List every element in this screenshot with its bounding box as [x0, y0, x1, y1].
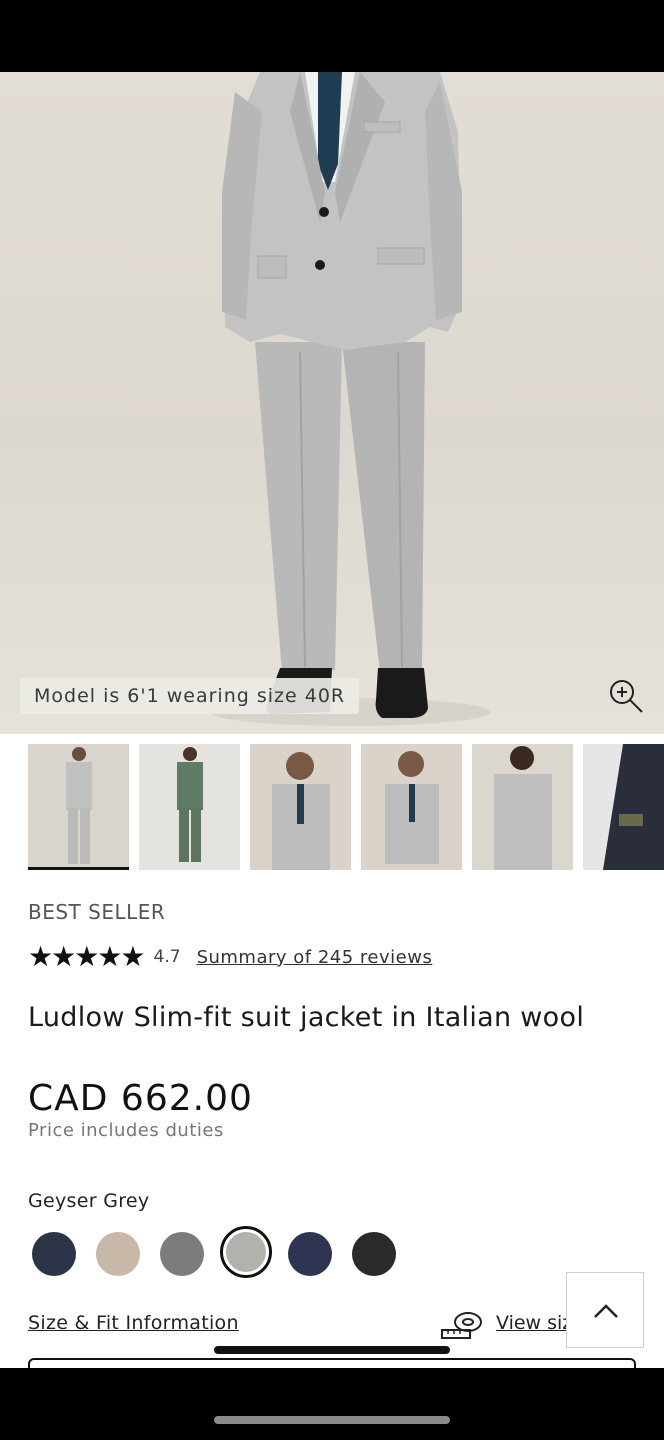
- thumbnail-strip[interactable]: [0, 744, 664, 872]
- color-swatch-indigo[interactable]: [288, 1232, 332, 1276]
- scroll-to-top-button[interactable]: [566, 1272, 644, 1348]
- color-swatch-charcoal[interactable]: [160, 1232, 204, 1276]
- thumb-lining[interactable]: [583, 744, 664, 870]
- home-indicator[interactable]: [214, 1416, 450, 1424]
- zoom-in-icon[interactable]: [606, 676, 646, 716]
- view-size-chart-link[interactable]: View size chart: [496, 1312, 568, 1334]
- best-seller-badge: BEST SELLER: [28, 900, 166, 924]
- status-bar: [0, 0, 664, 72]
- size-selector-box[interactable]: [28, 1358, 636, 1368]
- color-swatch-black[interactable]: [352, 1232, 396, 1276]
- measuring-tape-icon: [440, 1310, 484, 1340]
- thumb-back[interactable]: [472, 744, 573, 870]
- rating-value: 4.7: [153, 947, 181, 967]
- thumb-full-green[interactable]: [139, 744, 240, 870]
- star-rating-icon: ★★★★★: [28, 940, 146, 973]
- thumb-upper-side[interactable]: [361, 744, 462, 870]
- home-indicator-overlay: [214, 1346, 450, 1354]
- color-swatch-navy[interactable]: [32, 1232, 76, 1276]
- chevron-up-icon: [594, 1304, 618, 1318]
- product-details: BEST SELLER ★★★★★ 4.7 Summary of 245 rev…: [0, 734, 664, 1368]
- rating-row: ★★★★★ 4.7 Summary of 245 reviews: [28, 942, 432, 972]
- size-fit-link[interactable]: Size & Fit Information: [28, 1312, 239, 1334]
- suit-photo: [210, 72, 490, 726]
- product-hero-image[interactable]: [0, 72, 664, 734]
- product-price: CAD 662.00: [28, 1078, 253, 1119]
- model-size-caption: Model is 6'1 wearing size 40R: [20, 678, 360, 714]
- thumb-full-grey[interactable]: [28, 744, 129, 870]
- price-note: Price includes duties: [28, 1120, 224, 1141]
- color-swatch-geyser-grey[interactable]: [220, 1226, 272, 1278]
- product-title: Ludlow Slim-fit suit jacket in Italian w…: [28, 1002, 585, 1033]
- selected-color-name: Geyser Grey: [28, 1190, 150, 1212]
- reviews-summary-link[interactable]: Summary of 245 reviews: [197, 947, 433, 968]
- thumb-upper-front[interactable]: [250, 744, 351, 870]
- navigation-bar: [0, 1368, 664, 1440]
- color-swatch-tan[interactable]: [96, 1232, 140, 1276]
